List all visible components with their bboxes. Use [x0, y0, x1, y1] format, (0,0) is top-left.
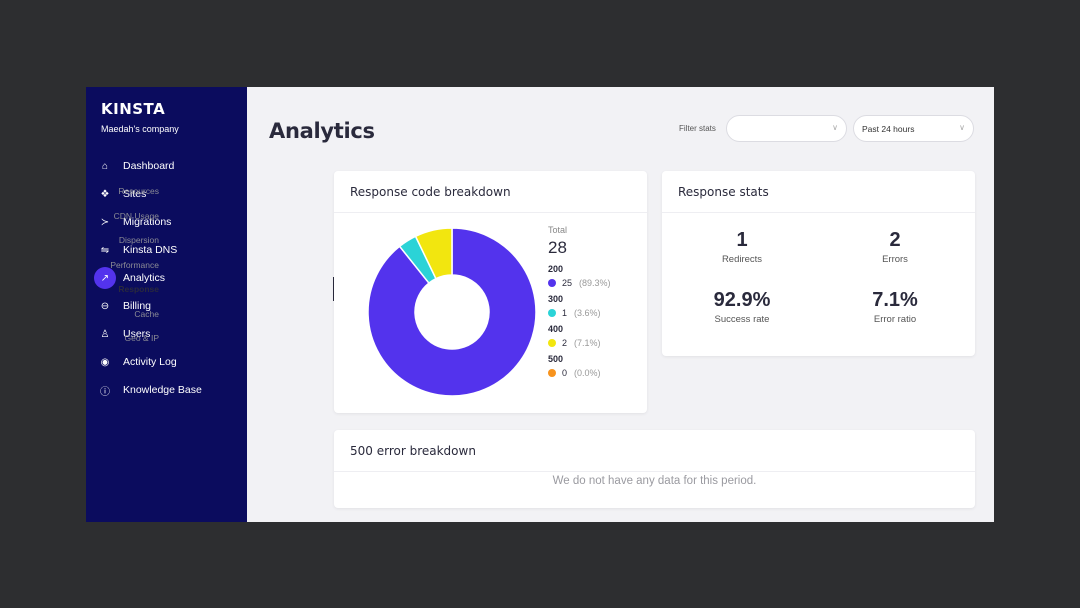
subnav-cdn-usage[interactable]: CDN Usage: [110, 210, 159, 235]
stat-value: 1: [736, 229, 748, 251]
legend-pct: (89.3%): [579, 278, 611, 288]
legend-dot: [548, 369, 556, 377]
legend-pct: (7.1%): [574, 338, 601, 348]
legend-pct: (3.6%): [574, 308, 601, 318]
legend-item-400: 400 2 (7.1%): [548, 324, 611, 348]
legend-count: 25: [562, 278, 573, 288]
legend-code: 500: [548, 354, 564, 364]
subnav-cache[interactable]: Cache: [110, 308, 159, 333]
chevron-down-icon: ∨: [959, 123, 965, 132]
subnav-performance[interactable]: Performance: [110, 259, 159, 284]
response-code-card: Response code breakdown Total 28 200 25 (…: [334, 171, 647, 413]
stat-label: Redirects: [721, 254, 763, 265]
subnav-resources[interactable]: Resources: [110, 185, 159, 210]
card-title: 500 error breakdown: [334, 430, 975, 472]
stat-error-ratio: 7.1% Error ratio: [820, 289, 970, 325]
response-stats-card: Response stats 1 Redirects 2 Errors 92.9% S…: [662, 171, 975, 356]
legend-code: 200: [548, 264, 564, 274]
legend-item-200: 200 25 (89.3%): [548, 264, 611, 288]
legend-count: 1: [562, 308, 568, 318]
empty-state-text: We do not have any data for this period.: [552, 475, 757, 487]
subnav-geo-ip[interactable]: Geo & IP: [110, 332, 160, 357]
subnav-dispersion[interactable]: Dispersion: [110, 234, 159, 259]
company-name[interactable]: Maedah's company: [101, 124, 179, 134]
home-icon: ⌂: [101, 160, 109, 172]
total-label: Total: [548, 225, 568, 235]
legend-code: 300: [548, 294, 564, 304]
page-title: Analytics: [269, 119, 375, 143]
legend-item-500: 500 0 (0.0%): [548, 354, 611, 378]
period-select[interactable]: Past 24 hours ∨: [853, 115, 974, 142]
response-code-donut-chart: [368, 227, 537, 397]
legend-dot: [548, 339, 556, 347]
sidebar-item-dashboard[interactable]: ⌂ Dashboard: [86, 152, 247, 180]
stat-errors: 2 Errors: [820, 229, 970, 265]
legend-dot: [548, 279, 556, 287]
stat-label: Error ratio: [873, 314, 917, 325]
subnav-response[interactable]: Response: [110, 283, 159, 308]
total-value: 28: [548, 238, 567, 257]
stat-label: Errors: [882, 254, 908, 265]
legend-pct: (0.0%): [574, 368, 601, 378]
sidebar-item-knowledge-base[interactable]: ⓘ Knowledge Base: [86, 376, 247, 404]
sidebar-item-label: Knowledge Base: [123, 384, 202, 396]
stat-success-rate: 92.9% Success rate: [667, 289, 817, 325]
stat-value: 7.1%: [872, 289, 918, 311]
kinsta-logo[interactable]: KINSTA: [101, 100, 165, 118]
stat-label: Success rate: [714, 314, 770, 325]
help-icon: ⓘ: [100, 386, 110, 398]
legend-count: 0: [562, 368, 568, 378]
stat-redirects: 1 Redirects: [667, 229, 817, 265]
filter-stats-label: Filter stats: [679, 124, 716, 133]
card-title: Response code breakdown: [334, 171, 647, 213]
analytics-subnav: Resources CDN Usage Dispersion Performan…: [110, 185, 159, 357]
main-content: Analytics Filter stats ∨ Past 24 hours ∨ …: [110, 87, 994, 522]
stat-value: 92.9%: [713, 289, 771, 311]
legend-code: 400: [548, 324, 564, 334]
chevron-down-icon: ∨: [832, 123, 838, 132]
stat-value: 2: [889, 229, 901, 251]
period-value: Past 24 hours: [862, 123, 915, 134]
sidebar-item-label: Activity Log: [123, 356, 177, 368]
legend-dot: [548, 309, 556, 317]
app-window: KINSTA Maedah's company ⌂ Dashboard ❖ Site…: [86, 87, 994, 522]
legend-count: 2: [562, 338, 568, 348]
card-title: Response stats: [662, 171, 975, 213]
sidebar-item-label: Dashboard: [123, 160, 175, 172]
legend-item-300: 300 1 (3.6%): [548, 294, 611, 318]
filter-stats-select[interactable]: ∨: [726, 115, 847, 142]
chart-legend: Total 28 200 25 (89.3%) 300 1 (3.6%) 400 2…: [548, 225, 611, 378]
error-500-card: 500 error breakdown We do not have any d…: [334, 430, 975, 508]
